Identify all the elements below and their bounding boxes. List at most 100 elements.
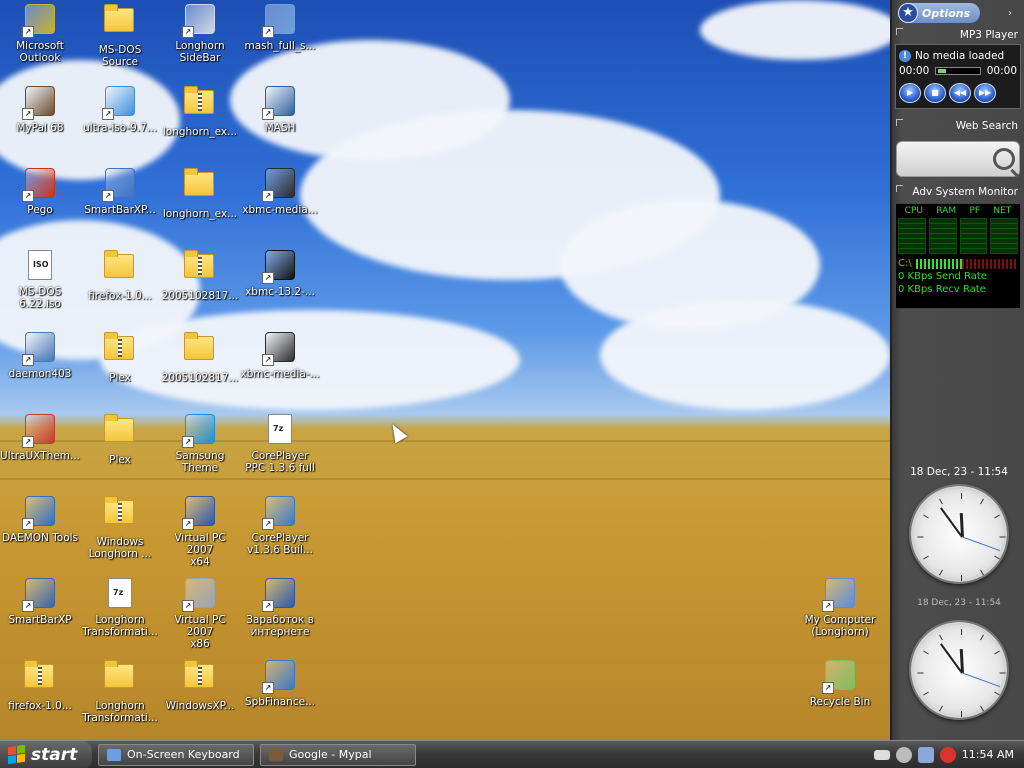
desktop-icon[interactable]: SpbFinance... — [240, 658, 320, 736]
desktop-icon[interactable]: MyPal 68 — [0, 84, 80, 162]
application-icon — [262, 168, 296, 202]
desktop-icon[interactable]: mash_full_s... — [240, 2, 320, 80]
desktop-icon[interactable]: Recycle Bin — [800, 658, 880, 736]
mypal-icon — [269, 748, 283, 761]
desktop-icon[interactable]: Virtual PC 2007 x64 — [160, 494, 240, 572]
mp3-controls: ▶ ■ ◀◀ ▶▶ — [899, 79, 1017, 105]
taskbar-button-google-mypal[interactable]: Google - Mypal — [260, 743, 416, 766]
application-icon — [22, 496, 56, 530]
desktop-icon[interactable]: DAEMON Tools — [0, 494, 80, 572]
clock-tick — [923, 514, 929, 519]
desktop-icon[interactable]: firefox-1.0... — [80, 248, 160, 326]
desktop-icon[interactable]: xbmc-media-... — [240, 330, 320, 408]
longhorn-sidebar: ★ Options › MP3 Player ! No media loaded… — [890, 0, 1024, 740]
desktop-icon[interactable]: SmartBarXP... — [80, 166, 160, 244]
desktop-icon[interactable]: Заработок в интернете — [240, 576, 320, 654]
desktop-icon[interactable]: Virtual PC 2007 x86 — [160, 576, 240, 654]
desktop-icon-label: My Computer (Longhorn) — [804, 614, 876, 638]
chevron-left-icon[interactable] — [895, 746, 912, 763]
desktop-icon[interactable]: WindowsXP... — [160, 658, 240, 736]
zip-folder-icon — [104, 332, 136, 368]
stop-icon[interactable]: ■ — [924, 83, 946, 103]
taskbar-button-on-screen-keyboard[interactable]: On-Screen Keyboard — [98, 743, 254, 766]
desktop-icon[interactable]: longhorn_ex... — [160, 84, 240, 162]
play-icon[interactable]: ▶ — [899, 83, 921, 103]
mp3-player-gadget: ! No media loaded 00:00 00:00 ▶ ■ ◀◀ ▶▶ — [895, 44, 1021, 109]
search-icon[interactable] — [993, 148, 1015, 170]
desktop-icon[interactable]: Samsung Theme — [160, 412, 240, 490]
folder-icon — [104, 660, 136, 696]
mp3-time-start: 00:00 — [899, 65, 930, 77]
web-search-input[interactable] — [896, 141, 1020, 177]
desktop-icon[interactable]: xbmc-media... — [240, 166, 320, 244]
desktop-icon[interactable]: UltraUXThem... — [0, 412, 80, 490]
keyboard-tray-icon[interactable] — [873, 749, 890, 760]
desktop-icon-label: Recycle Bin — [809, 696, 871, 708]
next-icon[interactable]: ▶▶ — [974, 83, 996, 103]
desktop-icon-label: longhorn_ex... — [162, 126, 238, 138]
desktop-icon[interactable]: 7z CorePlayer PPC 1.3.6 full — [240, 412, 320, 490]
desktop-icon[interactable]: Plex — [80, 412, 160, 490]
application-icon — [262, 86, 296, 120]
clock-tick — [994, 555, 1000, 560]
mp3-seek-bar[interactable] — [935, 67, 981, 75]
analog-clock-icon[interactable] — [911, 486, 1007, 582]
application-icon — [22, 414, 56, 448]
application-icon — [262, 250, 296, 284]
desktop-icon[interactable]: Pego — [0, 166, 80, 244]
desktop-icon[interactable]: MASH — [240, 84, 320, 162]
desktop-icon[interactable]: SmartBarXP — [0, 576, 80, 654]
application-icon — [262, 496, 296, 530]
second-hand — [961, 672, 1000, 688]
start-button[interactable]: start — [0, 740, 92, 768]
application-icon — [22, 332, 56, 366]
mp3-status-text: No media loaded — [915, 49, 1005, 62]
desktop-icon[interactable]: 2005102817... — [160, 248, 240, 326]
clock-tick — [939, 705, 943, 712]
analog-clock-icon[interactable] — [911, 622, 1007, 718]
system-monitor-graphs — [898, 218, 1018, 254]
sidebar-arrow-icons[interactable]: › — [1008, 8, 1018, 19]
desktop-icon-label: UltraUXThem... — [0, 450, 80, 462]
desktop-icon[interactable]: Plex — [80, 330, 160, 408]
desktop-icon-label: Longhorn SideBar — [175, 40, 225, 64]
application-icon — [822, 660, 856, 694]
desktop-icon[interactable]: longhorn_ex... — [160, 166, 240, 244]
previous-icon[interactable]: ◀◀ — [949, 83, 971, 103]
desktop-icon[interactable]: Microsoft Outlook — [0, 2, 80, 80]
clock-tick — [999, 536, 1006, 538]
desktop-icon[interactable]: ultra-iso-9.7... — [80, 84, 160, 162]
desktop-icon-label: daemon403 — [8, 368, 72, 380]
tray-clock[interactable]: 11:54 AM — [962, 748, 1014, 761]
folder-icon — [104, 4, 136, 40]
desktop-icon[interactable]: Longhorn SideBar — [160, 2, 240, 80]
mp3-seek-thumb[interactable] — [938, 69, 947, 73]
options-button[interactable]: ★ Options — [898, 3, 981, 23]
drive-label: C:\ — [898, 258, 912, 269]
application-icon — [182, 4, 216, 38]
zip-folder-icon — [104, 496, 136, 532]
sysmon-header-cpu: CPU — [904, 206, 923, 216]
star-icon: ★ — [898, 3, 918, 23]
desktop-icon[interactable]: firefox-1.0... — [0, 658, 80, 736]
sysmon-header-pf: PF — [969, 206, 981, 216]
desktop-icon[interactable]: My Computer (Longhorn) — [800, 576, 880, 654]
desktop-icon[interactable]: 2005102817... — [160, 330, 240, 408]
desktop-icon[interactable]: Longhorn Transformati... — [80, 658, 160, 736]
file-icon: ISO — [24, 250, 56, 282]
application-icon — [182, 578, 216, 612]
desktop-icon[interactable]: Windows Longhorn ... — [80, 494, 160, 572]
desktop-icon[interactable]: MS-DOS Source — [80, 2, 160, 80]
desktop-icon[interactable]: CorePlayer v1.3.6 Buil... — [240, 494, 320, 572]
security-alert-icon[interactable] — [939, 746, 956, 763]
clock-tick — [980, 498, 984, 505]
desktop-icon[interactable]: 7z Longhorn Transformati... — [80, 576, 160, 654]
wallpaper-cloud — [600, 300, 890, 410]
desktop-icon[interactable]: daemon403 — [0, 330, 80, 408]
application-icon — [22, 578, 56, 612]
keyboard-icon — [107, 748, 121, 761]
desktop-icon[interactable]: ISO MS-DOS 6.22.iso — [0, 248, 80, 326]
network-icon[interactable] — [917, 746, 934, 763]
desktop-icon[interactable]: xbmc-13.2-... — [240, 248, 320, 326]
desktop: Microsoft Outlook MS-DOS Source Longhorn S… — [0, 0, 890, 740]
